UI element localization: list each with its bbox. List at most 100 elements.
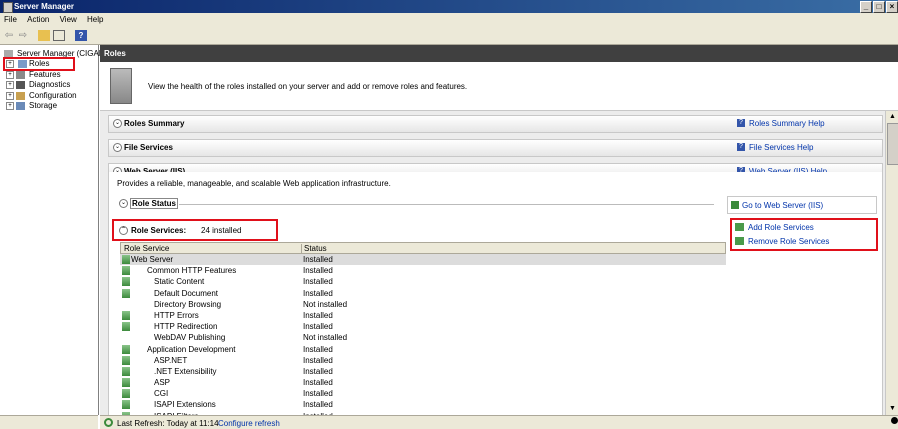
show-hide-tree-icon[interactable]	[53, 30, 65, 41]
menu-help[interactable]: Help	[83, 13, 107, 26]
help-icon[interactable]: ?	[75, 30, 87, 41]
minimize-button[interactable]: _	[860, 1, 872, 13]
table-row[interactable]: WebDAV Publishing Not installed	[120, 332, 726, 343]
role-service-name: ASP.NET	[154, 355, 188, 365]
table-row[interactable]: HTTP Errors Installed	[120, 310, 726, 321]
table-row[interactable]: Default Document Installed	[120, 288, 726, 299]
table-row[interactable]: ASP Installed	[120, 377, 726, 388]
role-service-status: Installed	[303, 378, 333, 388]
roles-summary-help-link[interactable]: ? Roles Summary Help	[737, 119, 825, 128]
column-header-role-service[interactable]: Role Service	[124, 244, 169, 253]
configure-refresh-link[interactable]: Configure refresh	[218, 419, 280, 428]
role-service-name: HTTP Errors	[154, 310, 199, 320]
scroll-thumb[interactable]	[887, 123, 898, 165]
menu-view[interactable]: View	[56, 13, 81, 26]
table-row[interactable]: ASP.NET Installed	[120, 355, 726, 366]
server-manager-icon	[3, 2, 13, 13]
console-tree: Server Manager (CIGAM- + Roles + Feature…	[0, 45, 108, 415]
go-to-web-server-link[interactable]: Go to Web Server (IIS)	[727, 196, 877, 214]
installed-role-icon	[122, 344, 130, 354]
installed-role-icon	[122, 400, 130, 410]
table-row[interactable]: Common HTTP Features Installed	[120, 265, 726, 276]
web-server-description: Provides a reliable, manageable, and sca…	[117, 179, 391, 188]
tree-item-storage[interactable]: + Storage	[0, 101, 98, 111]
installed-role-icon	[122, 255, 130, 264]
installed-role-icon	[122, 389, 130, 399]
up-folder-icon[interactable]	[38, 30, 50, 41]
role-service-status: Installed	[303, 400, 333, 410]
maximize-button[interactable]: □	[873, 1, 885, 13]
back-icon[interactable]: ⇦	[3, 30, 15, 41]
menu-action[interactable]: Action	[23, 13, 53, 26]
role-service-name: HTTP Redirection	[154, 322, 218, 332]
expand-icon[interactable]: +	[6, 102, 14, 110]
installed-role-icon	[122, 277, 130, 287]
table-row[interactable]: Web Server Installed	[120, 254, 726, 266]
role-services-table: Role Service Status Web Server Installed C…	[120, 242, 726, 422]
role-service-name: Web Server	[131, 255, 174, 264]
content-vertical-scrollbar[interactable]: ▲ ▼	[885, 111, 898, 415]
role-service-status: Installed	[303, 266, 333, 276]
column-separator[interactable]	[301, 244, 302, 254]
tree-item-diagnostics[interactable]: + Diagnostics	[0, 80, 98, 90]
column-header-status[interactable]: Status	[304, 244, 327, 253]
highlight-actions-box	[730, 218, 878, 251]
role-service-status: Installed	[303, 355, 333, 365]
role-service-status: Not installed	[303, 299, 348, 309]
forward-icon[interactable]: ⇨	[17, 30, 29, 41]
role-service-name: WebDAV Publishing	[154, 333, 226, 343]
tree-horizontal-scrollbar[interactable]	[0, 415, 98, 429]
role-service-status: Installed	[303, 310, 333, 320]
roles-banner: View the health of the roles installed o…	[100, 62, 898, 111]
menu-file[interactable]: File	[0, 13, 21, 26]
table-row[interactable]: CGI Installed	[120, 388, 726, 399]
table-header: Role Service Status	[120, 242, 726, 254]
help-icon: ?	[737, 119, 745, 127]
cursor-dot	[891, 417, 898, 424]
divider	[179, 204, 714, 205]
expand-icon[interactable]: +	[6, 92, 14, 100]
diagnostics-icon	[16, 81, 25, 89]
role-status-header[interactable]: ⌄ Role Status	[119, 197, 179, 209]
chevron-down-icon[interactable]: ⌄	[113, 119, 122, 128]
banner-text: View the health of the roles installed o…	[148, 82, 468, 91]
role-service-name: Default Document	[154, 288, 219, 298]
configuration-icon	[16, 92, 25, 100]
status-bar: Last Refresh: Today at 11:14 Configure r…	[100, 415, 898, 429]
role-service-status: Installed	[303, 344, 333, 354]
server-roles-icon	[110, 68, 132, 104]
highlight-roles-box	[3, 57, 75, 71]
tree-item-features[interactable]: + Features	[0, 70, 98, 80]
table-row[interactable]: HTTP Redirection Installed	[120, 321, 726, 332]
installed-role-icon	[122, 366, 130, 376]
close-button[interactable]: ×	[886, 1, 898, 13]
role-service-name: Common HTTP Features	[147, 266, 237, 276]
expand-icon[interactable]: +	[6, 81, 14, 89]
table-row[interactable]: Application Development Installed	[120, 344, 726, 355]
chevron-down-icon[interactable]: ⌄	[119, 199, 128, 208]
web-server-body: Provides a reliable, manageable, and sca…	[108, 172, 883, 422]
tree-item-configuration[interactable]: + Configuration	[0, 91, 98, 101]
section-roles-summary[interactable]: ⌄ Roles Summary ? Roles Summary Help	[108, 115, 883, 133]
features-icon	[16, 71, 25, 79]
table-row[interactable]: Static Content Installed	[120, 276, 726, 287]
role-service-status: Installed	[303, 322, 333, 332]
table-row[interactable]: Directory Browsing Not installed	[120, 299, 726, 310]
expand-icon[interactable]: +	[6, 71, 14, 79]
role-service-name: Directory Browsing	[154, 299, 222, 309]
table-row[interactable]: ISAPI Extensions Installed	[120, 399, 726, 410]
chevron-down-icon[interactable]: ⌄	[113, 143, 122, 152]
role-service-status: Not installed	[303, 333, 348, 343]
role-service-name: .NET Extensibility	[154, 366, 217, 376]
go-to-icon	[731, 201, 739, 209]
scroll-up-icon[interactable]: ▲	[886, 111, 898, 123]
scroll-down-icon[interactable]: ▼	[886, 403, 898, 415]
toolbar: ⇦ ⇨ ?	[0, 27, 898, 45]
role-service-status: Installed	[303, 389, 333, 399]
file-services-help-link[interactable]: ? File Services Help	[737, 143, 813, 152]
last-refresh-text: Last Refresh: Today at 11:14	[117, 419, 219, 428]
section-file-services[interactable]: ⌄ File Services ? File Services Help	[108, 139, 883, 157]
table-row[interactable]: .NET Extensibility Installed	[120, 366, 726, 377]
menu-bar: File Action View Help	[0, 13, 898, 27]
refresh-icon[interactable]	[104, 418, 113, 427]
